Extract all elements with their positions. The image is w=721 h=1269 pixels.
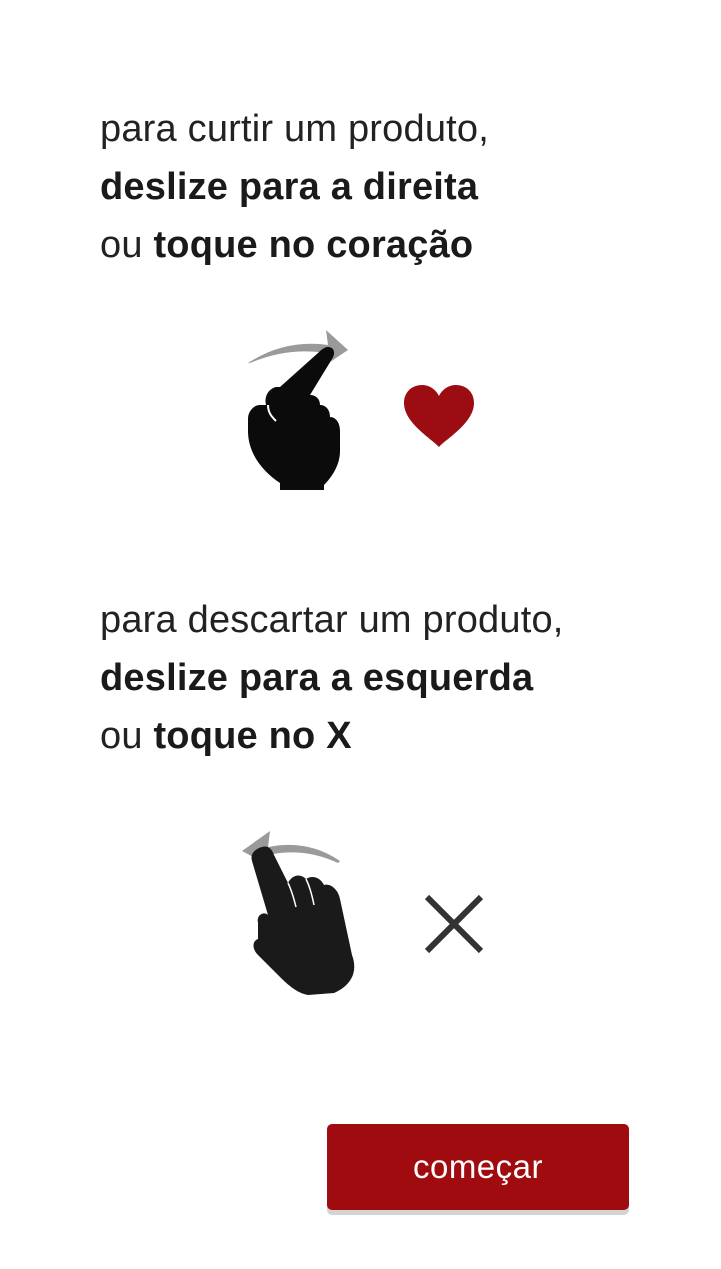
swipe-left-hand-icon [238,825,368,997]
like-instruction-line3: ou toque no coração [100,216,700,274]
dislike-instruction-line2: deslize para a esquerda [100,657,534,699]
like-instruction-line1: para curtir um produto, [100,108,489,150]
dislike-instructions: para descartar um produto, deslize para … [100,591,700,765]
dislike-instruction-line3: ou toque no X [100,707,700,765]
like-instruction-line3-prefix: ou [100,224,154,266]
like-instruction-line3-bold: toque no coração [153,224,474,266]
dislike-instruction-line1: para descartar um produto, [100,599,564,641]
like-instructions: para curtir um produto, deslize para a d… [100,100,700,274]
swipe-right-hand-icon [240,325,360,495]
start-button[interactable]: começar [327,1124,629,1210]
dislike-instruction-line3-bold: toque no X [153,715,352,757]
heart-icon[interactable] [402,383,476,449]
like-instruction-line2: deslize para a direita [100,166,479,208]
dislike-instruction-line3-prefix: ou [100,715,154,757]
x-icon[interactable] [424,894,484,954]
